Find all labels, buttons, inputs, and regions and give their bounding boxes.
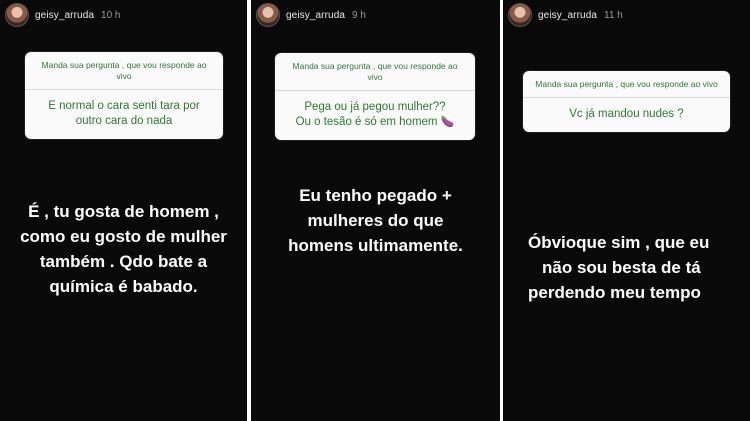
question-sticker: Manda sua pergunta , que vou responde ao…: [275, 53, 475, 140]
answer-line: mulheres do que: [307, 211, 444, 230]
answer-line: Óbvioque sim , que eu: [528, 233, 710, 252]
timestamp: 9 h: [352, 9, 366, 21]
answer-line: não sou besta de tá: [542, 258, 701, 277]
answer-line: perdendo meu tempo: [528, 283, 701, 302]
avatar[interactable]: [508, 3, 532, 27]
question-line: Pega ou já pegou mulher??: [304, 101, 446, 113]
answer-line: É , tu gosta de homem ,: [28, 202, 219, 221]
username[interactable]: geisy_arruda: [538, 10, 597, 21]
question-sticker: Manda sua pergunta , que vou responde ao…: [523, 71, 730, 132]
sticker-question: E normal o cara senti tara por outro car…: [25, 89, 223, 139]
timestamp: 11 h: [604, 9, 623, 21]
avatar[interactable]: [5, 3, 29, 27]
story-header: geisy_arruda 11 h: [508, 3, 745, 27]
eggplant-icon: 🍆: [440, 116, 455, 128]
story-panel-2[interactable]: geisy_arruda 9 h Manda sua pergunta , qu…: [251, 0, 500, 421]
sticker-prompt: Manda sua pergunta , que vou responde ao…: [535, 79, 718, 89]
question-line: Ou o tesão é só em homem 🍆: [285, 115, 465, 130]
story-panel-3[interactable]: geisy_arruda 11 h Manda sua pergunta , q…: [503, 0, 750, 421]
answer-line: Eu tenho pegado +: [299, 186, 452, 205]
answer-text: É , tu gosta de homem , como eu gosto de…: [0, 199, 247, 299]
question-sticker: Manda sua pergunta , que vou responde ao…: [25, 52, 223, 139]
story-header: geisy_arruda 9 h: [256, 3, 495, 27]
answer-line: como eu gosto de mulher: [20, 227, 227, 246]
sticker-prompt: Manda sua pergunta , que vou responde ao…: [292, 61, 458, 82]
answer-text: Eu tenho pegado + mulheres do que homens…: [251, 183, 500, 258]
avatar[interactable]: [256, 3, 280, 27]
username[interactable]: geisy_arruda: [286, 10, 345, 21]
sticker-question: Vc já mandou nudes ?: [523, 97, 730, 132]
username[interactable]: geisy_arruda: [35, 10, 94, 21]
timestamp: 10 h: [101, 9, 121, 21]
story-header: geisy_arruda 10 h: [5, 3, 242, 27]
question-line-text: Ou o tesão é só em homem: [295, 116, 438, 128]
answer-line: homens ultimamente.: [288, 236, 463, 255]
answer-line: também . Qdo bate a: [39, 252, 208, 271]
sticker-question: Pega ou já pegou mulher?? Ou o tesão é s…: [275, 90, 475, 140]
answer-line: química é babado.: [49, 277, 198, 296]
sticker-prompt: Manda sua pergunta , que vou responde ao…: [41, 60, 207, 81]
story-panel-1[interactable]: geisy_arruda 10 h Manda sua pergunta , q…: [0, 0, 247, 421]
answer-text: Óbvioque sim , que eu não sou besta de t…: [528, 230, 709, 305]
